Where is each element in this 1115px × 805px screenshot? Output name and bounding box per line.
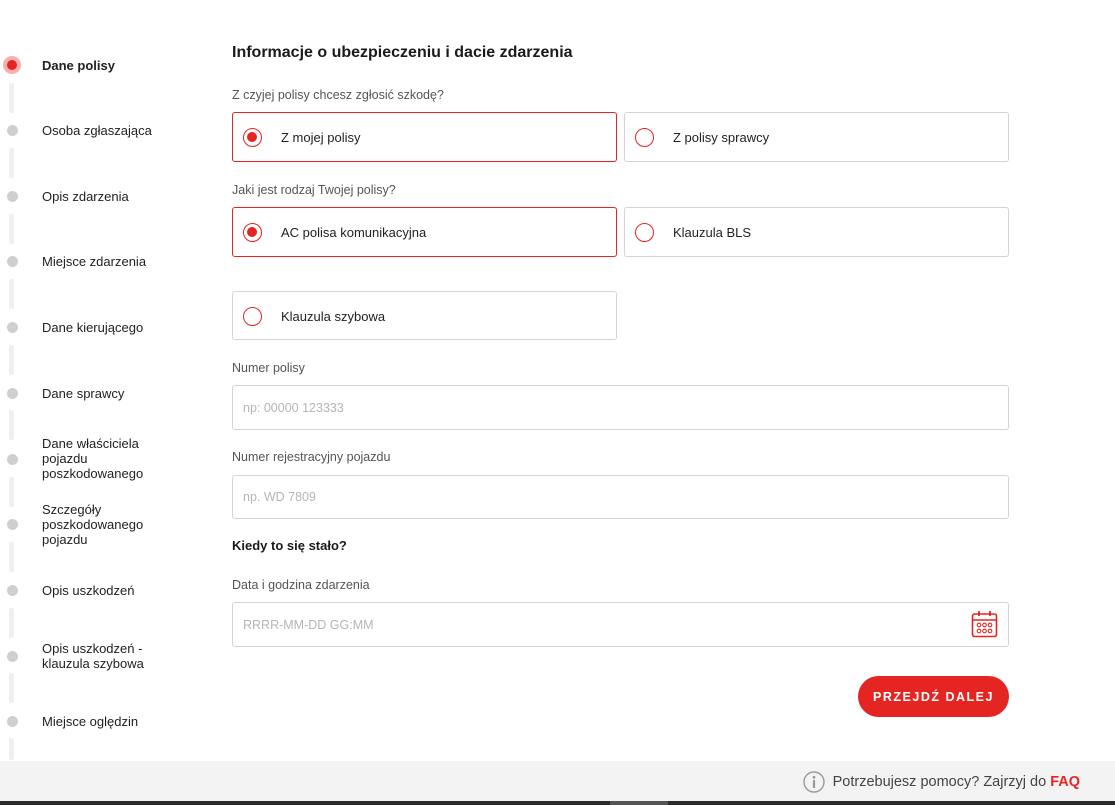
stepper-connector [9,542,14,572]
radio-checked-icon [243,128,262,147]
step-dot-icon [7,454,18,465]
stepper-connector [9,738,14,760]
step-dot-icon [7,388,18,399]
help-footer: Potrzebujesz pomocy? Zajrzyj do FAQ [0,761,1115,801]
radio-option-ac-policy[interactable]: AC polisa komunikacyjna [232,207,617,257]
radio-option-my-policy[interactable]: Z mojej polisy [232,112,617,162]
datetime-label: Data i godzina zdarzenia [232,578,370,592]
radio-label: Klauzula BLS [673,225,752,240]
calendar-icon[interactable] [971,610,998,638]
step-dot-icon [7,191,18,202]
form-title: Informacje o ubezpieczeniu i dacie zdarz… [232,44,573,61]
stepper-connector [9,83,14,113]
radio-label: Z mojej polisy [281,130,361,145]
help-text: Potrzebujesz pomocy? Zajrzyj do [832,774,1047,790]
step-label: Opis uszkodzeń - klauzula szybowa [42,641,144,671]
radio-label: Z polisy sprawcy [673,130,770,145]
step-label: Opis zdarzenia [42,189,129,204]
stepper-connector [9,345,14,375]
radio-unchecked-icon [635,223,654,242]
stepper-connector [9,279,14,309]
step-dot-icon [7,651,18,662]
stepper-connector [9,148,14,178]
step-dot-icon [7,125,18,136]
info-icon [802,771,825,793]
radio-option-glass-clause[interactable]: Klauzula szybowa [232,291,617,340]
step-label: Opis uszkodzeń [42,583,135,598]
step-label: Miejsce oględzin [42,714,139,729]
step-dot-icon [7,256,18,267]
policy-number-input[interactable] [232,385,1009,430]
step-label: Dane właściciela pojazdu poszkodowanego [42,436,144,481]
help-line: Potrzebujesz pomocy? Zajrzyj do FAQ [802,771,1080,793]
stepper-connector [9,608,14,638]
radio-unchecked-icon [635,128,654,147]
progress-stepper: Dane polisy Osoba zgłaszająca Opis zdarz… [0,0,200,760]
stepper-connector [9,673,14,703]
step-dot-icon [7,519,18,530]
radio-option-perpetrator-policy[interactable]: Z polisy sprawcy [624,112,1009,162]
stepper-connector [9,477,14,507]
datetime-field [232,602,1009,647]
step-label: Szczegóły poszkodowanego pojazdu [42,502,144,547]
radio-label: AC polisa komunikacyjna [281,225,427,240]
step-dot-icon [7,716,18,727]
policy-owner-question: Z czyjej polisy chcesz zgłosić szkodę? [232,88,444,102]
stepper-connector [9,410,14,440]
step-label: Dane polisy [42,58,115,73]
policy-number-label: Numer polisy [232,361,305,375]
horizontal-scrollbar[interactable] [0,801,1115,805]
stepper-connector [9,214,14,244]
policy-type-question: Jaki jest rodzaj Twojej polisy? [232,183,396,197]
step-label: Osoba zgłaszająca [42,123,152,138]
faq-link[interactable]: FAQ [1050,774,1080,790]
step-label: Dane kierującego [42,320,144,335]
scrollbar-thumb[interactable] [610,801,668,805]
step-dot-icon [7,322,18,333]
radio-checked-icon [243,223,262,242]
radio-unchecked-icon [243,307,262,326]
registration-number-label: Numer rejestracyjny pojazdu [232,450,391,464]
radio-option-bls-clause[interactable]: Klauzula BLS [624,207,1009,257]
step-label: Miejsce zdarzenia [42,254,147,269]
step-current-dot-icon [3,56,21,74]
next-step-button[interactable]: PRZEJDŹ DALEJ [858,676,1009,717]
datetime-input[interactable] [232,602,1009,647]
step-dot-icon [7,585,18,596]
when-heading: Kiedy to się stało? [232,538,347,553]
step-label: Dane sprawcy [42,386,125,401]
registration-number-input[interactable] [232,475,1009,519]
radio-label: Klauzula szybowa [281,309,386,324]
